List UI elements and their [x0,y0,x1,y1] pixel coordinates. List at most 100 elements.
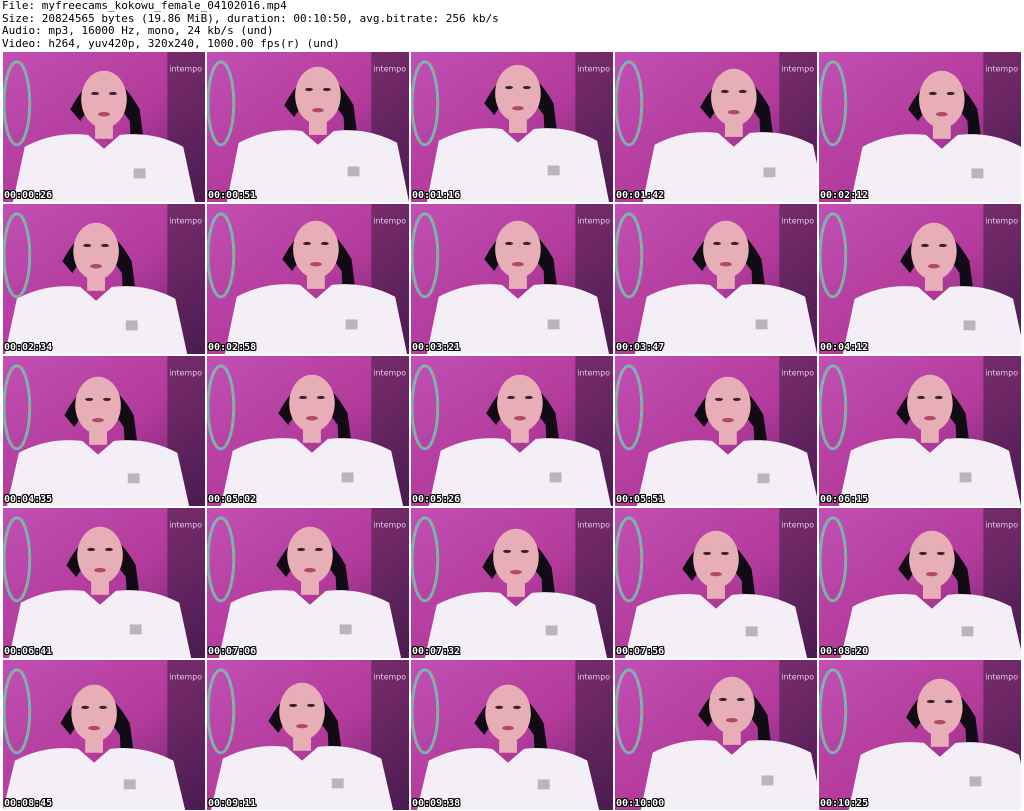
video-frame-thumbnail: intempo 00:08:45 [2,659,206,811]
right-eye [944,699,953,704]
intempo-sign-text: intempo [373,521,406,530]
left-eye [928,91,937,96]
frame-timestamp: 00:03:47 [616,342,665,353]
right-eye [322,87,331,92]
shirt-graphic [127,473,140,484]
intempo-sign-text: intempo [985,65,1018,74]
intempo-sign-text: intempo [985,521,1018,530]
frame-image: intempo [207,660,409,810]
frame-timestamp: 00:04:35 [4,494,53,505]
neck-shape [293,735,311,751]
frame-image: intempo [411,356,613,506]
lips [513,416,526,421]
left-eye [507,395,515,400]
left-eye [715,397,723,401]
file-size-line: Size: 20824565 bytes (19.86 MiB), durati… [2,12,499,25]
lips [927,264,940,269]
shirt-graphic [963,320,976,331]
shirt-graphic [755,319,768,330]
intempo-sign-text: intempo [373,217,406,226]
frame-timestamp: 00:02:34 [4,342,53,353]
file-info-header: File: myfreecams_kokowu_female_04102016.… [2,0,1022,50]
left-eye [303,241,311,246]
neck-shape [95,123,113,139]
video-frame-thumbnail: intempo 00:07:06 [206,507,410,659]
shirt-graphic [969,776,982,787]
video-frame-thumbnail: intempo 00:02:58 [206,203,410,355]
shirt-graphic [763,167,776,178]
frame-image: intempo [411,508,613,658]
lips [923,416,936,421]
frame-image: intempo [615,356,817,506]
shirt-graphic [961,626,974,637]
intempo-sign-text: intempo [781,673,814,682]
frame-timestamp: 00:01:16 [412,190,461,201]
right-eye [934,395,943,400]
shirt-graphic [347,166,360,177]
lips [925,571,938,577]
face-shape [279,682,325,740]
intempo-sign-text: intempo [577,217,610,226]
lips [719,262,732,267]
video-frame-thumbnail: intempo 00:00:26 [2,51,206,203]
right-eye [730,241,739,246]
video-frame-thumbnail: intempo 00:04:35 [2,355,206,507]
face-shape [77,526,123,584]
video-frame-thumbnail: intempo 00:07:56 [614,507,818,659]
right-eye [946,91,955,96]
face-shape [289,374,335,432]
intempo-sign-text: intempo [169,217,202,226]
shirt-graphic [547,165,560,176]
neck-shape [920,427,939,443]
neck-shape [85,736,104,753]
lips [94,568,106,573]
left-eye [713,241,721,246]
neck-shape [507,581,525,597]
left-eye [81,705,90,709]
frame-image: intempo [207,508,409,658]
frame-timestamp: 00:06:41 [4,646,53,657]
frame-timestamp: 00:07:06 [208,646,257,657]
thumbnail-grid: intempo 00:00:26 intempo 00:00:51 intempo 00:… [2,51,1022,811]
file-name-line: File: myfreecams_kokowu_female_04102016.… [2,0,287,12]
face-shape [295,66,341,125]
frame-timestamp: 00:07:56 [616,646,665,657]
frame-image: intempo [411,52,613,202]
lips [710,571,722,577]
video-info-line: Video: h264, yuv420p, 320x240, 1000.00 f… [2,37,340,50]
left-eye [503,549,512,553]
neck-shape [718,429,737,445]
video-frame-thumbnail: intempo 00:06:15 [818,355,1022,507]
right-eye [522,85,531,90]
intempo-sign-text: intempo [169,65,202,74]
face-shape [81,70,127,128]
intempo-sign-text: intempo [985,369,1018,378]
shirt-graphic [547,319,560,330]
frame-image: intempo [3,508,205,658]
frame-timestamp: 00:05:26 [412,494,461,505]
left-eye [83,243,92,248]
face-shape [495,220,541,279]
face-shape [711,68,757,127]
face-shape [75,376,121,434]
right-eye [99,705,107,709]
right-eye [104,547,113,552]
intempo-sign-text: intempo [169,369,202,378]
lips [510,569,522,575]
shirt-graphic [345,319,358,330]
intempo-sign-text: intempo [373,65,406,74]
frame-image: intempo [819,660,1021,810]
lips [512,262,524,267]
left-eye [505,85,513,90]
frame-timestamp: 00:05:02 [208,494,257,505]
left-eye [495,705,504,709]
face-shape [917,678,963,736]
left-eye [297,547,306,552]
neck-shape [308,119,327,135]
shirt-graphic [545,625,558,636]
frame-image: intempo [207,356,409,506]
face-shape [71,684,117,742]
frame-timestamp: 00:08:45 [4,798,53,809]
frame-image: intempo [819,204,1021,354]
right-eye [103,397,111,401]
